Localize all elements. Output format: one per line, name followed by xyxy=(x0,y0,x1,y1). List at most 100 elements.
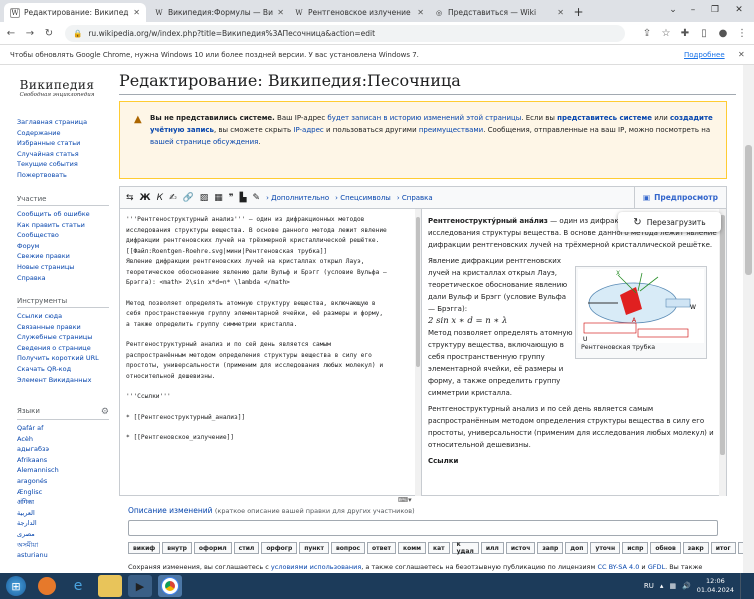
sidebar-language-link[interactable]: العربية xyxy=(17,508,109,519)
sidebar-nav-link[interactable]: Содержание xyxy=(17,128,109,139)
tab-xray[interactable]: W Рентгеновское излучение — Ви ✕ xyxy=(288,3,430,22)
maximize-button[interactable]: ❐ xyxy=(706,2,724,18)
wikipedia-logo[interactable]: Википедия Свободная энциклопедия xyxy=(12,65,102,98)
terms-link[interactable]: условиями использования xyxy=(271,563,361,571)
close-tab-icon[interactable]: ✕ xyxy=(133,8,140,17)
close-tab-icon[interactable]: ✕ xyxy=(417,8,424,17)
start-button[interactable]: ⊞ xyxy=(6,576,26,596)
save-icon[interactable]: ▙ xyxy=(240,193,247,203)
gfdl-link[interactable]: GFDL xyxy=(648,563,665,571)
back-button[interactable]: ← xyxy=(3,25,19,41)
sidebar-participation-link[interactable]: Новые страницы xyxy=(17,262,109,273)
history-link[interactable]: будет записан в историю изменений этой с… xyxy=(327,114,521,122)
sidebar-participation-link[interactable]: Справка xyxy=(17,273,109,284)
sidebar-language-link[interactable]: адыгабзэ xyxy=(17,444,109,455)
scroll-thumb[interactable] xyxy=(416,217,420,367)
quick-insert-button[interactable]: оформл xyxy=(193,542,232,554)
sidebar-language-link[interactable]: Ænglisc xyxy=(17,487,109,498)
image-icon[interactable]: ▨ xyxy=(200,193,209,203)
sidebar-nav-link[interactable]: Пожертвовать xyxy=(17,170,109,181)
infobar-more-link[interactable]: Подробнее xyxy=(684,51,725,59)
tray-arrow-icon[interactable]: ▴ xyxy=(660,582,664,590)
sidebar-language-link[interactable]: अंगिका xyxy=(17,497,109,508)
help-menu[interactable]: › Справка xyxy=(397,194,433,202)
special-chars-menu[interactable]: › Спецсимволы xyxy=(335,194,391,202)
new-tab-button[interactable]: + xyxy=(571,4,586,19)
profile-icon[interactable]: ● xyxy=(715,25,731,41)
close-infobar-icon[interactable]: ✕ xyxy=(738,50,745,59)
scroll-thumb[interactable] xyxy=(720,215,725,455)
reference-icon[interactable]: ❞ xyxy=(229,193,234,203)
forward-button[interactable]: → xyxy=(22,25,38,41)
sidebar-tool-link[interactable]: Получить короткий URL xyxy=(17,353,109,364)
network-icon[interactable]: ▦ xyxy=(669,582,676,590)
close-window-button[interactable]: ✕ xyxy=(730,2,748,18)
extensions-icon[interactable]: ✚ xyxy=(677,25,693,41)
sidebar-language-link[interactable]: Afrikaans xyxy=(17,455,109,466)
explorer-icon[interactable] xyxy=(98,575,122,597)
quick-insert-button[interactable]: итог xyxy=(710,542,736,554)
sidebar-language-link[interactable]: Acèh xyxy=(17,434,109,445)
quick-insert-button[interactable]: к удал xyxy=(451,541,479,555)
sidebar-tool-link[interactable]: Служебные страницы xyxy=(17,332,109,343)
advanced-menu[interactable]: › Дополнительно xyxy=(266,194,329,202)
quick-insert-button[interactable]: пункт xyxy=(299,542,329,554)
sidebar-tool-link[interactable]: Сведения о странице xyxy=(17,343,109,354)
bold-icon[interactable]: Ж xyxy=(140,193,151,203)
login-link[interactable]: представитесь системе xyxy=(557,114,652,122)
firefox-icon[interactable] xyxy=(38,577,56,595)
quick-insert-button[interactable]: вопрос xyxy=(331,542,366,554)
reload-icon[interactable]: ↻ xyxy=(41,25,57,41)
sidebar-tool-link[interactable]: Ссылки сюда xyxy=(17,311,109,322)
quick-insert-button[interactable]: внутр xyxy=(162,542,192,554)
preview-figure[interactable]: X A U W Рентгеновская трубка xyxy=(575,266,707,359)
sidebar-participation-link[interactable]: Как править статьи xyxy=(17,220,109,231)
reload-preview-button[interactable]: ↻ Перезагрузить xyxy=(618,212,721,232)
sidebar-participation-link[interactable]: Свежие правки xyxy=(17,251,109,262)
quick-insert-button[interactable]: испр xyxy=(622,542,649,554)
quick-insert-button[interactable]: кат xyxy=(428,542,450,554)
language-indicator[interactable]: RU xyxy=(644,582,654,590)
quick-insert-button[interactable]: доп xyxy=(565,542,589,554)
italic-icon[interactable]: К xyxy=(157,193,163,203)
sidebar-nav-link[interactable]: Текущие события xyxy=(17,159,109,170)
quick-insert-button[interactable]: ответ xyxy=(367,542,396,554)
sidebar-language-link[interactable]: مصرى xyxy=(17,529,109,540)
sidebar-language-link[interactable]: aragonés xyxy=(17,476,109,487)
media-icon[interactable]: ▶ xyxy=(128,575,152,597)
sidebar-language-link[interactable]: Qafár af xyxy=(17,423,109,434)
sidebar-tool-link[interactable]: Элемент Викиданных xyxy=(17,375,109,386)
sidebar-language-link[interactable]: asturianu xyxy=(17,550,109,561)
sidepanel-icon[interactable]: ▯ xyxy=(696,25,712,41)
sidebar-language-link[interactable]: Alemannisch xyxy=(17,465,109,476)
sidebar-language-link[interactable]: الدارجة xyxy=(17,518,109,529)
tab-formulas[interactable]: W Википедия:Формулы — Википе ✕ xyxy=(148,3,290,22)
quick-insert-button[interactable]: закр xyxy=(682,542,709,554)
ie-icon[interactable]: e xyxy=(66,575,90,597)
quick-insert-button[interactable]: викиф xyxy=(128,542,161,554)
gear-icon[interactable]: ⚙ xyxy=(101,407,109,417)
quick-insert-button[interactable]: стил xyxy=(233,542,260,554)
menu-icon[interactable]: ⋮ xyxy=(734,25,750,41)
volume-icon[interactable]: 🔊 xyxy=(682,582,691,590)
sidebar-participation-link[interactable]: Форум xyxy=(17,241,109,252)
link-icon[interactable]: 🔗 xyxy=(183,193,194,203)
tab-edit-sandbox[interactable]: W Редактирование: Википедия:П ✕ xyxy=(4,3,146,22)
gallery-icon[interactable]: ▦ xyxy=(214,193,223,203)
pencil-icon[interactable]: ✎ xyxy=(253,193,261,203)
sidebar-tool-link[interactable]: Связанные правки xyxy=(17,322,109,333)
preview-scrollbar[interactable] xyxy=(719,209,726,496)
sidebar-language-link[interactable]: অসমীয়া xyxy=(17,540,109,551)
minimize-button[interactable]: – xyxy=(684,2,702,18)
ip-address-link[interactable]: IP-адрес xyxy=(293,126,323,134)
quick-insert-button[interactable]: запр xyxy=(537,542,564,554)
wikitext-editor[interactable]: '''Рентгеноструктурный анализ''' — один … xyxy=(119,209,421,496)
summary-link[interactable]: Описание изменений xyxy=(128,506,212,515)
sidebar-participation-link[interactable]: Сообщить об ошибке xyxy=(17,209,109,220)
quick-insert-button[interactable]: источ xyxy=(505,542,536,554)
preview-toggle[interactable]: ▣ Предпросмотр xyxy=(633,187,726,208)
sidebar-nav-link[interactable]: Избранные статьи xyxy=(17,138,109,149)
sidebar-nav-link[interactable]: Случайная статья xyxy=(17,149,109,160)
sidebar-nav-link[interactable]: Заглавная страница xyxy=(17,117,109,128)
close-tab-icon[interactable]: ✕ xyxy=(277,8,284,17)
